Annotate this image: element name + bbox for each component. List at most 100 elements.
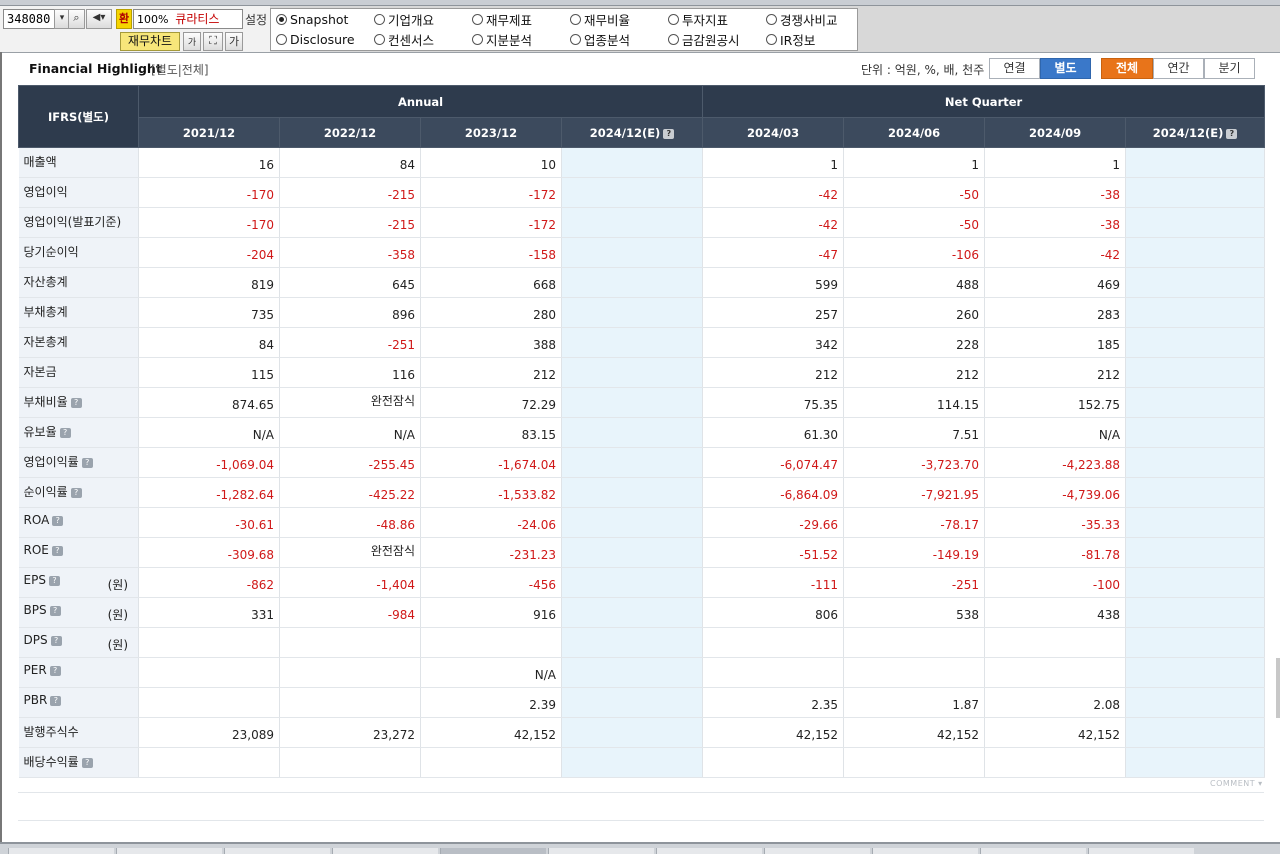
table-row: 당기순이익 -204 -358 -158 -47 -106 -42 (18, 237, 1266, 268)
bottom-tab[interactable] (764, 848, 870, 854)
radio-circle-icon[interactable] (276, 13, 287, 25)
bottom-tab[interactable] (224, 848, 330, 854)
column-header: 2024/06 (843, 117, 986, 148)
currency-icon[interactable]: 환 (116, 9, 132, 29)
table-cell (561, 447, 704, 478)
scrollbar[interactable] (1276, 658, 1280, 718)
radio-circle-icon[interactable] (570, 33, 581, 45)
radio-circle-icon[interactable] (276, 33, 287, 45)
help-icon[interactable]: ? (52, 516, 64, 526)
table-cell: -50 (843, 177, 986, 208)
table-cell (984, 627, 1127, 658)
menu-radio-0[interactable]: Snapshot (276, 10, 348, 28)
bottom-tab[interactable] (872, 848, 978, 854)
table-cell (561, 747, 704, 778)
menu-radio-8[interactable]: 지분분석 (472, 30, 532, 48)
table-cell (561, 717, 704, 748)
radio-circle-icon[interactable] (472, 33, 483, 45)
help-icon[interactable]: ? (49, 606, 61, 616)
table-cell (1125, 447, 1266, 478)
table-cell: -38 (984, 177, 1127, 208)
help-icon[interactable]: ? (1226, 128, 1238, 139)
table-cell (561, 567, 704, 598)
table-cell (561, 417, 704, 448)
bottom-tab[interactable] (8, 848, 114, 854)
bottom-tab[interactable] (440, 848, 546, 854)
radio-circle-icon[interactable] (472, 13, 483, 25)
help-icon[interactable]: ? (81, 758, 93, 768)
table-cell: -3,723.70 (843, 447, 986, 478)
bottom-tab[interactable] (1088, 848, 1194, 854)
table-cell: 668 (420, 267, 562, 298)
table-cell (561, 687, 704, 718)
table-row: 자산총계 819 645 668 599 488 469 (18, 267, 1266, 298)
help-icon[interactable]: ? (51, 546, 63, 556)
radio-circle-icon[interactable] (374, 13, 385, 25)
menu-radio-4[interactable]: 투자지표 (668, 10, 728, 28)
row-label-cell: 자본총계 (18, 327, 139, 358)
bottom-tab[interactable] (656, 848, 762, 854)
settings-button[interactable]: 설정 (245, 11, 267, 28)
font-large-button[interactable]: 가 (225, 32, 243, 51)
bottom-tab[interactable] (980, 848, 1086, 854)
row-label-cell: 발행주식수 (18, 717, 139, 748)
row-label: ROA (23, 513, 50, 527)
search-icon[interactable]: ⌕ (68, 9, 85, 29)
period-quarter-button[interactable]: 분기 (1204, 58, 1255, 79)
help-icon[interactable]: ? (50, 696, 62, 706)
toggle-separate[interactable]: 별도 (1040, 58, 1091, 79)
table-cell (1125, 597, 1266, 628)
bottom-tab[interactable] (116, 848, 222, 854)
radio-circle-icon[interactable] (668, 13, 679, 25)
section-subtitle: [별도|전체] (151, 63, 209, 77)
menu-radio-11[interactable]: IR정보 (766, 30, 815, 48)
table-cell (279, 657, 421, 688)
menu-radio-10[interactable]: 금감원공시 (668, 30, 740, 48)
table-cell (1125, 747, 1266, 778)
help-icon[interactable]: ? (70, 488, 82, 498)
help-icon[interactable]: ? (48, 576, 60, 586)
fin-chart-button[interactable]: 재무차트 (120, 32, 180, 51)
menu-radio-2[interactable]: 재무제표 (472, 10, 532, 28)
menu-radio-1[interactable]: 기업개요 (374, 10, 434, 28)
radio-circle-icon[interactable] (766, 33, 777, 45)
help-icon[interactable]: ? (70, 398, 82, 408)
menu-radio-7[interactable]: 컨센서스 (374, 30, 434, 48)
comment-toggle[interactable]: COMMENT ▾ (1210, 779, 1263, 788)
radio-circle-icon[interactable] (374, 33, 385, 45)
comment-label: COMMENT (1210, 779, 1256, 788)
table-cell (1125, 177, 1266, 208)
help-icon[interactable]: ? (663, 128, 675, 139)
help-icon[interactable]: ? (81, 458, 93, 468)
help-icon[interactable]: ? (49, 666, 61, 676)
speaker-icon[interactable]: ◀▾ (86, 9, 112, 29)
capture-icon[interactable]: ⛶ (203, 32, 223, 51)
table-cell: -50 (843, 207, 986, 238)
period-all-button[interactable]: 전체 (1101, 58, 1153, 79)
table-cell: 83.15 (420, 417, 562, 448)
period-annual-button[interactable]: 연간 (1153, 58, 1204, 79)
table-cell: N/A (279, 417, 421, 448)
table-cell (561, 597, 704, 628)
stock-code-input[interactable]: 348080 (3, 9, 55, 29)
menu-radio-6[interactable]: Disclosure (276, 30, 355, 48)
company-name-field[interactable]: 100% 큐라티스 (133, 9, 243, 29)
table-cell (984, 657, 1127, 688)
help-icon[interactable]: ? (50, 636, 62, 646)
radio-circle-icon[interactable] (668, 33, 679, 45)
menu-radio-9[interactable]: 업종분석 (570, 30, 630, 48)
table-cell: 599 (702, 267, 845, 298)
table-cell (138, 687, 280, 718)
radio-circle-icon[interactable] (570, 13, 581, 25)
table-cell (279, 627, 421, 658)
table-cell: -215 (279, 207, 421, 238)
font-small-button[interactable]: 가 (183, 32, 201, 51)
radio-circle-icon[interactable] (766, 13, 777, 25)
menu-radio-5[interactable]: 경쟁사비교 (766, 10, 838, 28)
menu-radio-3[interactable]: 재무비율 (570, 10, 630, 28)
bottom-tab[interactable] (548, 848, 654, 854)
help-icon[interactable]: ? (59, 428, 71, 438)
bottom-tab[interactable] (332, 848, 438, 854)
toggle-consolidated[interactable]: 연결 (989, 58, 1040, 79)
table-cell: -172 (420, 207, 562, 238)
